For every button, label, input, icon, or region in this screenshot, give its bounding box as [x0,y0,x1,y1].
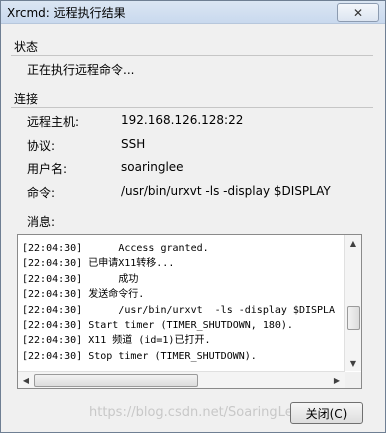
remote-host-value: 192.168.126.128:22 [121,113,244,127]
log-line: [22:04:30] 成功 [22,273,139,285]
log-line: [22:04:30] /usr/bin/urxvt -ls -display $… [22,304,336,316]
horizontal-scroll-thumb[interactable] [34,374,198,387]
xrcmd-result-window: Xrcmd: 远程执行结果 ✕ 状态 正在执行远程命令... 连接 远程主机: … [0,0,386,433]
connection-divider [11,107,373,108]
scroll-left-icon[interactable]: ◀ [18,372,34,388]
username-value: soaringlee [121,160,184,174]
protocol-label: 协议: [27,139,56,153]
log-line: [22:04:30] Stop timer (TIMER_SHUTDOWN). [22,350,257,362]
vertical-scroll-thumb[interactable] [347,306,360,331]
window-title: Xrcmd: 远程执行结果 [7,6,126,20]
log-line: [22:04:30] X11 频道 (id=1)已打开. [22,335,211,347]
scroll-right-icon[interactable]: ▶ [329,372,345,388]
connection-heading: 连接 [14,92,39,106]
scrollbar-corner [345,372,361,388]
protocol-value: SSH [121,137,146,151]
scroll-down-icon[interactable]: ▼ [345,355,361,371]
log-line: [22:04:30] 发送命令行. [22,289,145,301]
scroll-up-icon[interactable]: ▲ [345,235,361,251]
status-divider [11,55,373,56]
horizontal-scrollbar[interactable]: ◀ ▶ [18,371,345,388]
status-text: 正在执行远程命令... [27,63,135,77]
log-line: [22:04:30] Start timer (TIMER_SHUTDOWN, … [22,320,293,332]
window-close-button[interactable]: ✕ [337,3,379,22]
command-value: /usr/bin/urxvt -ls -display $DISPLAY [121,184,331,198]
command-label: 命令: [27,186,56,200]
close-icon: ✕ [352,5,364,20]
messages-log[interactable]: [22:04:30] Access granted. [22:04:30] 已申… [17,234,362,389]
messages-label: 消息: [27,215,56,229]
messages-content: [22:04:30] Access granted. [22:04:30] 已申… [22,241,345,371]
close-dialog-button[interactable]: 关闭(C) [290,402,363,424]
username-label: 用户名: [27,162,68,176]
log-line: [22:04:30] Access granted. [22,243,209,254]
title-bar: Xrcmd: 远程执行结果 ✕ [1,1,385,24]
log-line: [22:04:30] 已申请X11转移... [22,258,175,270]
status-heading: 状态 [14,40,39,54]
remote-host-label: 远程主机: [27,115,80,129]
vertical-scrollbar[interactable]: ▲ ▼ [344,235,361,371]
